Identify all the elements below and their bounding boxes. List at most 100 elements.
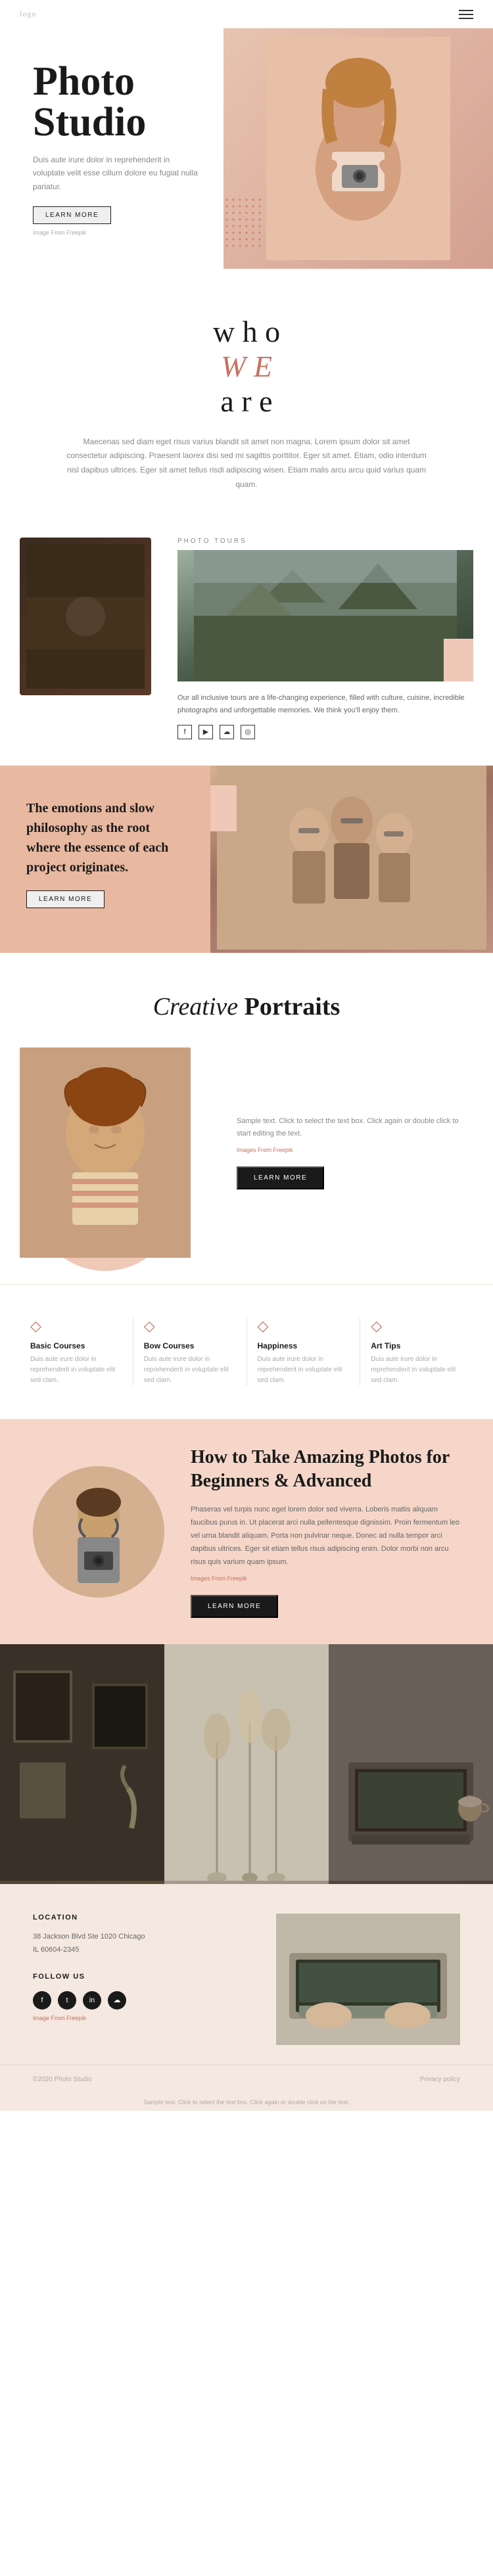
- art-tips-desc: Duis aute irure dolor in reprehenderit i…: [371, 1354, 463, 1386]
- three-women: [210, 766, 493, 950]
- peach-decoration-left: [210, 785, 237, 831]
- hero-photo: [223, 28, 493, 269]
- bow-courses-desc: Duis aute irure dolor in reprehenderit i…: [144, 1354, 236, 1386]
- gallery-section: [0, 1644, 493, 1881]
- facebook-icon[interactable]: f: [177, 725, 192, 739]
- who-we-are-section: w h o W E a r e Maecenas sed diam eget r…: [0, 269, 493, 524]
- happiness-desc: Duis aute irure dolor in reprehenderit i…: [258, 1354, 350, 1386]
- dots-decoration: [223, 196, 263, 249]
- footer-laptop-photo: [276, 1914, 460, 2045]
- howto-text: How to Take Amazing Photos for Beginners…: [164, 1419, 493, 1645]
- gallery-photo-3: [329, 1644, 493, 1881]
- gallery-photo-2: [164, 1644, 329, 1881]
- tours-image-inner: [177, 550, 473, 681]
- twitter-icon[interactable]: ☁: [220, 725, 234, 739]
- logo: logo: [20, 9, 36, 19]
- photo-tours-section: PHOTO TOURS Our all inclusive tours are …: [0, 524, 493, 739]
- happiness-title: Happiness: [258, 1341, 350, 1350]
- quote-section: The emotions and slow philosophy as the …: [0, 766, 493, 953]
- features-section: ◇ Basic Courses Duis aute irure dolor in…: [0, 1284, 493, 1419]
- footer-linkedin-icon[interactable]: in: [83, 1991, 101, 2010]
- portrait-photo: [20, 1047, 191, 1258]
- man-illustration: [33, 1466, 164, 1598]
- quote-image-inner: [210, 766, 493, 953]
- tours-right: PHOTO TOURS Our all inclusive tours are …: [164, 538, 473, 739]
- portrait-illustration: [20, 1047, 191, 1258]
- social-icons-row: f ▶ ☁ ◎: [177, 725, 473, 739]
- feature-bow-courses: ◇ Bow Courses Duis aute irure dolor in r…: [133, 1318, 246, 1386]
- art-tips-title: Art Tips: [371, 1341, 463, 1350]
- phone-screen: [26, 544, 145, 689]
- location-title: LOCATION: [33, 1914, 243, 1921]
- basic-courses-title: Basic Courses: [30, 1341, 122, 1350]
- tours-label: PHOTO TOURS: [177, 538, 473, 545]
- peach-decoration: [444, 639, 473, 681]
- portrait-sample-text: Sample text. Click to select the text bo…: [237, 1115, 473, 1139]
- hero-image-area: [223, 28, 493, 269]
- howto-heading: How to Take Amazing Photos for Beginners…: [191, 1446, 460, 1494]
- footer-left: LOCATION 38 Jackson Blvd Ste 1020 Chicag…: [33, 1914, 243, 2045]
- hero-image-credit: Image From Freepik: [33, 229, 204, 236]
- howto-circle-image: [33, 1466, 164, 1598]
- navbar: logo: [0, 0, 493, 28]
- who-title: w h o W E a r e: [53, 315, 440, 419]
- who-description: Maecenas sed diam eget risus varius blan…: [62, 435, 431, 492]
- follow-us-section: FOLLOW US f t in ☁ Image From Freepik: [33, 1973, 243, 2021]
- instagram-icon[interactable]: ◎: [241, 725, 255, 739]
- footer-image-credit: Image From Freepik: [33, 2015, 243, 2021]
- portrait-text: Sample text. Click to select the text bo…: [237, 1115, 473, 1189]
- hero-left: Photo Studio Duis aute irure dolor in re…: [0, 28, 223, 269]
- portraits-heading: Creative Portraits: [20, 992, 473, 1021]
- youtube-icon[interactable]: ▶: [199, 725, 213, 739]
- feature-basic-courses: ◇ Basic Courses Duis aute irure dolor in…: [20, 1318, 133, 1386]
- creative-portraits-section: Creative Portraits: [0, 953, 493, 1284]
- hero-section: Photo Studio Duis aute irure dolor in re…: [0, 28, 493, 269]
- gallery-image-3: [329, 1644, 493, 1884]
- footer-facebook-icon[interactable]: f: [33, 1991, 51, 2010]
- footer: LOCATION 38 Jackson Blvd Ste 1020 Chicag…: [0, 1881, 493, 2065]
- basic-courses-desc: Duis aute irure dolor in reprehenderit i…: [30, 1354, 122, 1386]
- privacy-policy-link[interactable]: Privacy policy: [420, 2076, 460, 2083]
- tours-landscape: [177, 550, 473, 681]
- bow-courses-icon: ◇: [144, 1318, 236, 1335]
- howto-paragraph: Phaseras vel turpis nunc eget lorem dolo…: [191, 1504, 460, 1569]
- footer-cloud-icon[interactable]: ☁: [108, 1991, 126, 2010]
- hero-description: Duis aute irure dolor in reprehenderit i…: [33, 153, 204, 193]
- portraits-content: Sample text. Click to select the text bo…: [20, 1047, 473, 1258]
- hero-learn-more-button[interactable]: LEARN MORE: [33, 206, 111, 224]
- footer-twitter-icon[interactable]: t: [58, 1991, 76, 2010]
- footer-photo: [276, 1914, 460, 2045]
- portrait-image-wrap: [20, 1047, 217, 1258]
- quote-left: The emotions and slow philosophy as the …: [0, 766, 210, 953]
- art-tips-icon: ◇: [371, 1318, 463, 1335]
- quote-text: The emotions and slow philosophy as the …: [26, 798, 184, 877]
- bow-courses-title: Bow Courses: [144, 1341, 236, 1350]
- gallery-image-1: [0, 1644, 164, 1884]
- howto-image-credit: Images From Freepik: [191, 1575, 460, 1582]
- phone-photo: [26, 544, 145, 689]
- gallery-photo-1: [0, 1644, 164, 1881]
- howto-learn-more-button[interactable]: LEARN MORE: [191, 1595, 278, 1618]
- happiness-icon: ◇: [258, 1318, 350, 1335]
- tours-phone-image: [20, 538, 151, 695]
- gallery-image-2: [164, 1644, 329, 1884]
- feature-happiness: ◇ Happiness Duis aute irure dolor in rep…: [246, 1318, 360, 1386]
- howto-section: How to Take Amazing Photos for Beginners…: [0, 1419, 493, 1645]
- hamburger-button[interactable]: [459, 10, 473, 19]
- quote-right: [210, 766, 493, 953]
- footer-laptop-inner: [276, 1914, 460, 2045]
- footer-copyright: ©2020 Photo Studio: [33, 2076, 92, 2083]
- basic-courses-icon: ◇: [30, 1318, 122, 1335]
- portrait-photo-inner: [20, 1047, 191, 1258]
- tours-caption: Our all inclusive tours are a life-chang…: [177, 692, 473, 716]
- quote-learn-more-button[interactable]: LEARN MORE: [26, 890, 105, 908]
- footer-social-icons: f t in ☁: [33, 1991, 243, 2010]
- portraits-learn-more-button[interactable]: LEARN MORE: [237, 1166, 324, 1189]
- footer-right: [276, 1914, 460, 2045]
- feature-art-tips: ◇ Art Tips Duis aute irure dolor in repr…: [360, 1318, 473, 1386]
- hero-illustration: [266, 37, 450, 260]
- footer-sample-text: Sample text. Click to select the text bo…: [0, 2094, 493, 2111]
- footer-address: 38 Jackson Blvd Ste 1020 ChicagoIL 60604…: [33, 1931, 243, 1957]
- quote-image: [210, 766, 493, 953]
- howto-photo: [33, 1466, 164, 1598]
